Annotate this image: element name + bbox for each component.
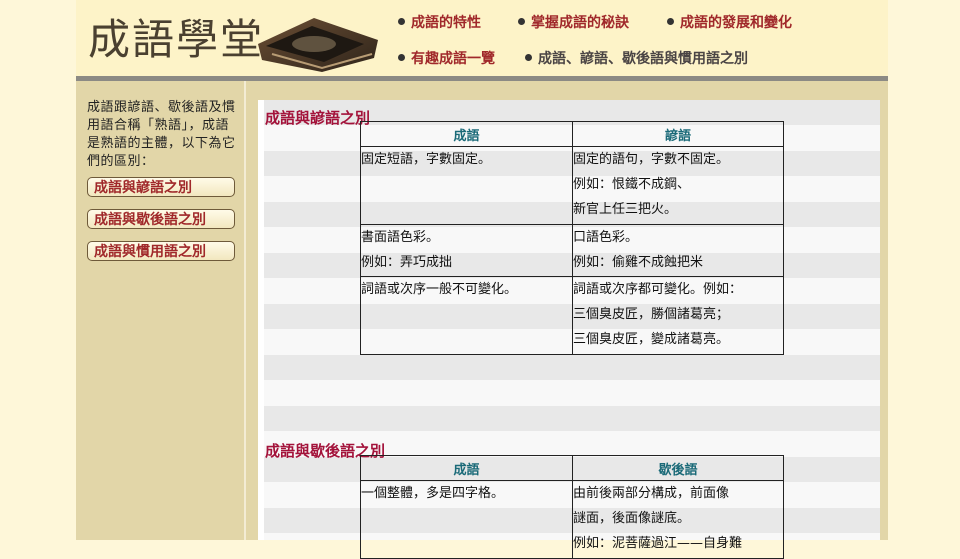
sidebar-link-idiomatic[interactable]: 成語與慣用語之別 xyxy=(87,241,235,261)
nav-item-fun-idioms[interactable]: 有趣成語一覽 xyxy=(398,50,495,68)
nav-item-characteristics[interactable]: 成語的特性 xyxy=(398,14,481,32)
nav-label: 有趣成語一覽 xyxy=(411,51,495,67)
nav-label: 掌握成語的秘訣 xyxy=(531,15,629,31)
bullet-icon xyxy=(398,53,405,61)
table-header-row: 成語 諺語 xyxy=(360,121,784,147)
table-row: 一個整體，多是四字格。 由前後兩部分構成，前面像 謎面，後面像謎底。 例如：泥菩… xyxy=(360,480,784,559)
bullet-icon xyxy=(667,17,674,25)
nav-label: 成語、諺語、歇後語與慣用語之別 xyxy=(538,51,748,67)
column-header: 成語 xyxy=(360,455,573,481)
table-cell: 詞語或次序都可變化。例如： 三個臭皮匠，勝個諸葛亮； 三個臭皮匠，變成諸葛亮。 xyxy=(572,276,784,355)
nav-item-development[interactable]: 成語的發展和變化 xyxy=(667,14,792,32)
cell-text: 三個臭皮匠，勝個諸葛亮； xyxy=(573,307,730,322)
cell-text: 新官上任三把火。 xyxy=(573,202,678,217)
table-cell: 固定短語，字數固定。 xyxy=(360,146,573,225)
cell-text: 例如：泥菩薩過江——自身難 xyxy=(573,536,743,551)
cell-text: 例如：弄巧成拙 xyxy=(361,255,453,270)
sidebar-link-xiehouyu[interactable]: 成語與歇後語之別 xyxy=(87,209,235,229)
nav-label: 成語的特性 xyxy=(411,15,481,31)
bullet-icon xyxy=(518,17,525,25)
section-title: 成語與諺語之別 xyxy=(265,109,371,127)
table-cell: 固定的語句，字數不固定。 例如：恨鐵不成鋼、 新官上任三把火。 xyxy=(572,146,784,225)
column-header: 歇後語 xyxy=(572,455,784,481)
table-cell: 一個整體，多是四字格。 xyxy=(360,480,573,559)
cell-text: 書面語色彩。 xyxy=(361,230,440,245)
nav-item-differences[interactable]: 成語、諺語、歇後語與慣用語之別 xyxy=(525,50,748,68)
nav-item-secrets[interactable]: 掌握成語的秘訣 xyxy=(518,14,629,32)
cell-text: 例如：偷雞不成蝕把米 xyxy=(573,255,704,270)
cell-text: 固定短語，字數固定。 xyxy=(361,152,492,167)
cell-text: 三個臭皮匠，變成諸葛亮。 xyxy=(573,332,730,347)
table-cell: 書面語色彩。 例如：弄巧成拙 xyxy=(360,224,573,277)
cell-text: 例如：恨鐵不成鋼、 xyxy=(573,177,691,192)
bullet-icon xyxy=(525,53,532,61)
table-row: 固定短語，字數固定。 固定的語句，字數不固定。 例如：恨鐵不成鋼、 新官上任三把… xyxy=(360,146,784,225)
sidebar: 成語跟諺語、歇後語及慣用語合稱「熟語」，成語是熟語的主體，以下為它們的區別： 成… xyxy=(76,81,246,540)
sidebar-link-proverbs[interactable]: 成語與諺語之別 xyxy=(87,177,235,197)
nav-label: 成語的發展和變化 xyxy=(680,15,792,31)
table-cell: 詞語或次序一般不可變化。 xyxy=(360,276,573,355)
comparison-table-proverbs: 成語 諺語 固定短語，字數固定。 固定的語句，字數不固定。 例如：恨鐵不成鋼、 … xyxy=(360,121,784,355)
cell-text: 一個整體，多是四字格。 xyxy=(361,486,505,501)
column-header: 成語 xyxy=(360,121,573,147)
site-logo[interactable]: 成語學堂 xyxy=(88,14,264,66)
bullet-icon xyxy=(398,17,405,25)
cell-text: 由前後兩部分構成，前面像 xyxy=(573,486,730,501)
inkstone-logo-image xyxy=(258,18,378,72)
cell-text: 口語色彩。 xyxy=(573,230,639,245)
table-cell: 口語色彩。 例如：偷雞不成蝕把米 xyxy=(572,224,784,277)
comparison-table-xiehouyu: 成語 歇後語 一個整體，多是四字格。 由前後兩部分構成，前面像 謎面，後面像謎底… xyxy=(360,455,784,559)
column-header: 諺語 xyxy=(572,121,784,147)
cell-text: 謎面，後面像謎底。 xyxy=(573,511,691,526)
sidebar-intro: 成語跟諺語、歇後語及慣用語合稱「熟語」，成語是熟語的主體，以下為它們的區別： xyxy=(87,100,236,169)
cell-text: 詞語或次序一般不可變化。 xyxy=(361,282,518,297)
cell-text: 固定的語句，字數不固定。 xyxy=(573,152,730,167)
table-row: 書面語色彩。 例如：弄巧成拙 口語色彩。 例如：偷雞不成蝕把米 xyxy=(360,224,784,277)
table-row: 詞語或次序一般不可變化。 詞語或次序都可變化。例如： 三個臭皮匠，勝個諸葛亮； … xyxy=(360,276,784,355)
cell-text: 詞語或次序都可變化。例如： xyxy=(573,282,743,297)
table-header-row: 成語 歇後語 xyxy=(360,455,784,481)
table-cell: 由前後兩部分構成，前面像 謎面，後面像謎底。 例如：泥菩薩過江——自身難 xyxy=(572,480,784,559)
